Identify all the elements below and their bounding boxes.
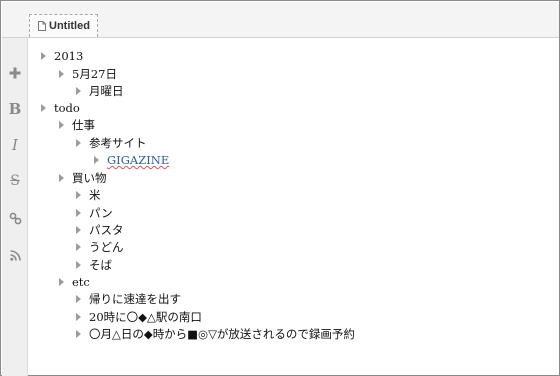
strikethrough-button[interactable]: S [4,171,26,191]
node-text[interactable]: 5月27日 [72,65,117,83]
expand-arrow-icon[interactable] [41,104,46,112]
expand-arrow-icon[interactable] [76,330,81,338]
tab-bar: Untitled [2,2,559,38]
node-text[interactable]: パスタ [89,221,124,239]
expand-arrow-icon[interactable] [76,295,81,303]
plus-icon [9,67,21,79]
node-text[interactable]: 2013 [54,47,83,65]
expand-arrow-icon[interactable] [76,243,81,251]
italic-icon: I [12,136,18,154]
app-window: Untitled B I S 2013 5月27日 月曜日 todo 仕事 参考… [0,0,560,376]
expand-arrow-icon[interactable] [59,174,64,182]
expand-arrow-icon[interactable] [76,139,81,147]
expand-arrow-icon[interactable] [59,278,64,286]
outline-editor[interactable]: 2013 5月27日 月曜日 todo 仕事 参考サイト GIGAZINE 買い… [28,38,557,373]
italic-button[interactable]: I [4,135,26,155]
node-text[interactable]: 帰りに速達を出す [89,290,181,308]
expand-arrow-icon[interactable] [59,70,64,78]
expand-arrow-icon[interactable] [41,52,46,60]
tab-title: Untitled [49,20,90,32]
formatting-toolbar: B I S [2,38,28,376]
node-text[interactable]: 20時に〇◆△駅の南口 [89,308,202,326]
node-text[interactable]: うどん [89,238,124,256]
node-text[interactable]: そば [89,256,112,274]
bold-button[interactable]: B [4,99,26,119]
rss-icon [9,249,21,261]
document-icon [38,21,46,31]
expand-arrow-icon[interactable] [59,121,64,129]
expand-arrow-icon[interactable] [76,313,81,321]
gigazine-link[interactable]: GIGAZINE [107,151,169,169]
expand-arrow-icon[interactable] [76,226,81,234]
rss-button[interactable] [4,245,26,265]
link-icon [9,212,21,224]
node-text[interactable]: 買い物 [72,169,107,187]
tab-untitled[interactable]: Untitled [29,14,98,37]
node-text[interactable]: パン [89,204,113,222]
node-text[interactable]: todo [54,99,80,117]
node-text[interactable]: etc [72,273,90,291]
node-text[interactable]: 米 [89,186,101,204]
strikethrough-icon: S [10,173,20,189]
bold-icon: B [8,100,22,118]
node-text[interactable]: 〇月△日の◆時から■◎▽が放送されるので録画予約 [89,325,355,343]
add-button[interactable] [4,63,26,83]
expand-arrow-icon[interactable] [94,156,99,164]
node-text[interactable]: 参考サイト [89,134,147,152]
expand-arrow-icon[interactable] [76,209,81,217]
expand-arrow-icon[interactable] [76,87,81,95]
node-text[interactable]: 月曜日 [89,82,124,100]
node-text[interactable]: 仕事 [72,116,95,134]
expand-arrow-icon[interactable] [76,191,81,199]
expand-arrow-icon[interactable] [76,261,81,269]
link-button[interactable] [4,208,26,228]
